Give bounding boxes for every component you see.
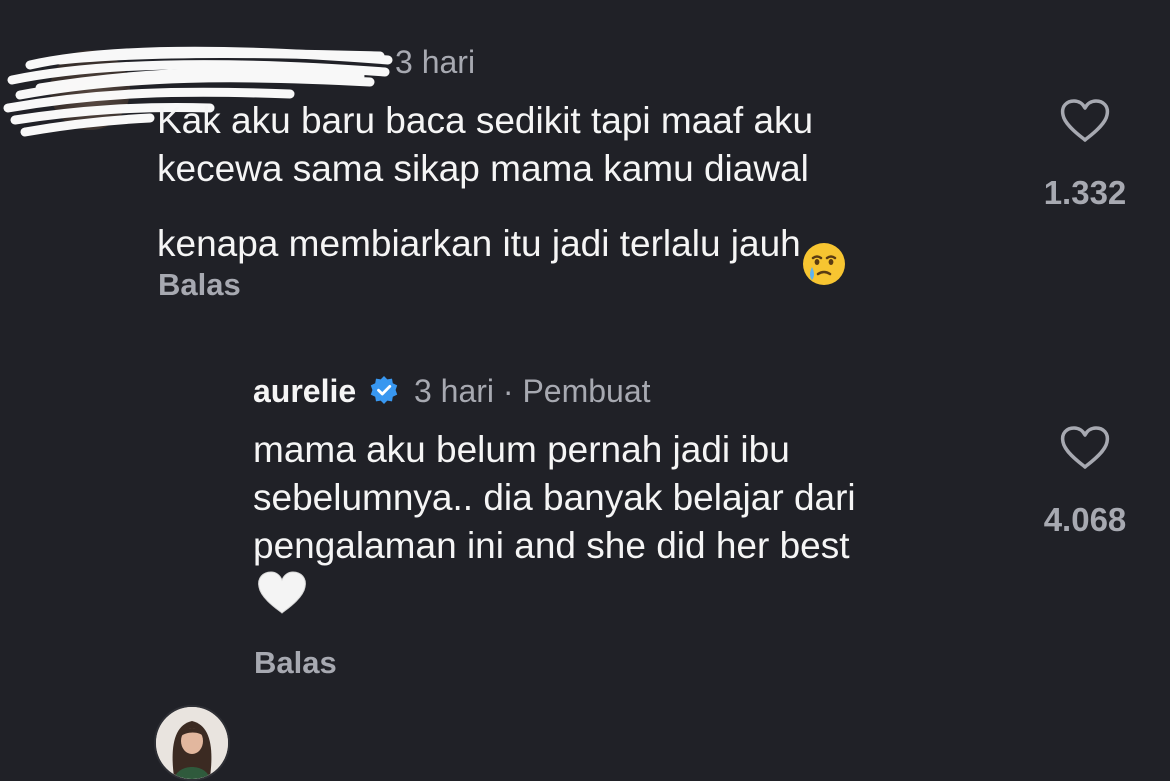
comment-text: mama aku belum pernah jadi ibu sebelumny… [253, 426, 1013, 570]
comment-meta: 3 hari [395, 43, 475, 81]
reply-button[interactable]: Balas [158, 266, 241, 304]
username[interactable]: aurelie [253, 373, 356, 409]
white-heart-icon [256, 570, 308, 621]
avatar-image [156, 707, 228, 779]
like-column: 1.332 [1025, 98, 1145, 212]
like-column: 4.068 [1025, 425, 1145, 539]
reply-button[interactable]: Balas [254, 644, 337, 682]
comment-item: 3 hari Kak aku baru baca sedikit tapi ma… [0, 0, 1170, 330]
heart-outline-icon[interactable] [1025, 98, 1145, 144]
heart-outline-icon[interactable] [1025, 425, 1145, 471]
comment-meta: aurelie 3 hari · Pembuat [253, 372, 651, 413]
comment-text-content: Kak aku baru baca sedikit tapi maaf aku … [157, 100, 814, 264]
avatar[interactable] [154, 705, 230, 781]
verified-badge-icon [369, 375, 399, 413]
comment-item: aurelie 3 hari · Pembuat mama aku belum … [0, 340, 1170, 781]
crying-face-icon [801, 193, 847, 299]
like-count: 4.068 [1043, 501, 1127, 538]
comment-time: 3 hari [413, 373, 494, 409]
creator-label: Pembuat [522, 373, 651, 409]
meta-separator: · [502, 373, 514, 409]
like-count: 1.332 [1043, 174, 1127, 211]
comment-text-content: mama aku belum pernah jadi ibu sebelumny… [253, 429, 856, 566]
comment-time: 3 hari [395, 44, 476, 80]
comment-text: Kak aku baru baca sedikit tapi maaf aku … [157, 97, 1017, 299]
